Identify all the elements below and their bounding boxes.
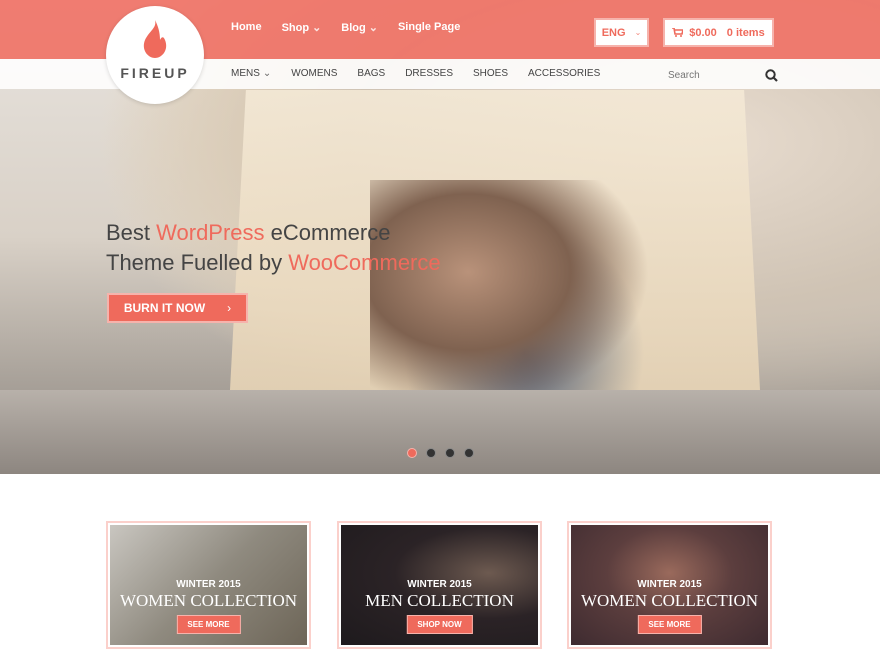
category-bags[interactable]: BAGS [357,68,385,79]
burn-it-now-button[interactable]: BURN IT NOW › [107,293,248,323]
hero-ground-image [0,390,880,474]
flame-icon [143,20,167,58]
collection-card-women-2[interactable]: WINTER 2015 WOMEN COLLECTION SEE MORE [567,521,772,649]
chevron-down-icon: ⌄ [312,22,322,34]
slide-dot-4[interactable] [464,448,474,458]
hero-headline: Best WordPress eCommerce Theme Fuelled b… [106,218,441,278]
see-more-button[interactable]: SEE MORE [637,615,702,634]
search-input[interactable] [668,69,748,81]
collection-card-women[interactable]: WINTER 2015 WOMEN COLLECTION SEE MORE [106,521,311,649]
search-icon[interactable] [765,68,778,82]
cart-icon [672,28,684,37]
category-nav: MENS ⌄ WOMENS BAGS DRESSES SHOES ACCESSOR… [231,68,600,79]
slide-dot-2[interactable] [426,448,436,458]
shop-now-button[interactable]: SHOP NOW [406,615,473,634]
see-more-button[interactable]: SEE MORE [176,615,241,634]
card-kicker: WINTER 2015 [407,579,472,590]
card-title: MEN COLLECTION [365,591,514,610]
language-label: ENG [601,26,626,39]
nav-label: Shop [281,22,310,34]
main-nav: Home Shop ⌄ Blog ⌄ Single Page [231,21,460,34]
nav-label: Home [231,21,262,33]
nav-blog[interactable]: Blog ⌄ [341,21,378,34]
nav-shop[interactable]: Shop ⌄ [282,21,322,34]
chevron-down-icon: ⌄ [634,28,642,37]
headline-accent: WordPress [156,220,265,245]
category-womens[interactable]: WOMENS [291,68,337,79]
logo-text: FIREUP [120,65,190,81]
card-kicker: WINTER 2015 [176,579,241,590]
card-title: WOMEN COLLECTION [580,591,759,610]
slider-pagination [407,448,474,458]
slide-dot-3[interactable] [445,448,455,458]
search-form [668,66,778,84]
category-accessories[interactable]: ACCESSORIES [528,68,600,79]
language-selector[interactable]: ENG ⌄ [594,18,649,47]
slide-dot-1[interactable] [407,448,417,458]
category-dresses[interactable]: DRESSES [405,68,453,79]
headline-accent: WooCommerce [288,250,441,275]
nav-single-page[interactable]: Single Page [398,21,460,34]
card-kicker: WINTER 2015 [637,579,702,590]
headline-text: eCommerce [264,220,391,245]
headline-text: Theme Fuelled by [106,250,289,275]
hero-couple-image [370,180,650,410]
card-title: WOMEN COLLECTION [119,591,298,610]
nav-label: Single Page [397,21,461,33]
collection-card-men[interactable]: WINTER 2015 MEN COLLECTION SHOP NOW [337,521,542,649]
cart-button[interactable]: $0.00 0 items [663,18,774,47]
category-shoes[interactable]: SHOES [473,68,508,79]
chevron-down-icon: ⌄ [262,68,272,79]
nav-home[interactable]: Home [231,21,262,34]
logo[interactable]: FIREUP [106,6,204,104]
category-mens[interactable]: MENS ⌄ [231,68,271,79]
chevron-right-icon: › [227,301,232,315]
cart-total: $0.00 [689,26,717,39]
headline-text: Best [106,220,157,245]
category-label: MENS [231,68,260,79]
nav-label: Blog [341,22,366,34]
chevron-down-icon: ⌄ [368,22,378,34]
button-label: BURN IT NOW [123,301,206,315]
cart-items: 0 items [726,26,765,39]
